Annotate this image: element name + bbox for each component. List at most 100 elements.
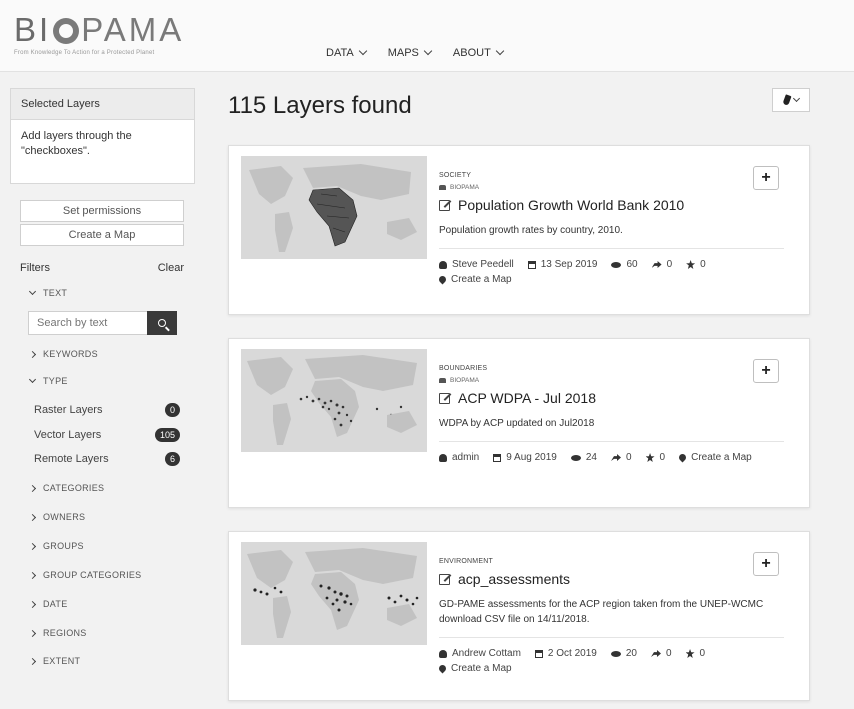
facet-type[interactable]: TYPE [28, 375, 68, 386]
create-map-link[interactable]: Create a Map [677, 452, 752, 463]
clear-filters-link[interactable]: Clear [158, 262, 184, 274]
edit-icon [439, 199, 450, 211]
chevron-right-icon [28, 513, 37, 521]
map-pin-icon [437, 663, 448, 674]
layer-description: WDPA by ACP updated on Jul2018 [439, 416, 784, 442]
facet-group-categories[interactable]: GROUP CATEGORIES [28, 570, 141, 580]
facet-regions[interactable]: REGIONS [28, 628, 87, 638]
view-count: 60 [611, 259, 638, 270]
layer-details: ENVIRONMENT acp_assessments GD-PAME asse… [437, 546, 799, 674]
share-count: 0 [650, 648, 672, 659]
search-button[interactable] [147, 311, 177, 335]
view-count: 20 [610, 648, 637, 659]
count-badge: 6 [164, 452, 180, 466]
layer-group[interactable]: BIOPAMA [439, 184, 799, 191]
facet-categories[interactable]: CATEGORIES [28, 483, 104, 493]
chevron-down-icon [792, 94, 800, 102]
filters-label: Filters [20, 262, 50, 274]
layer-category[interactable]: SOCIETY [439, 172, 799, 179]
create-map-button[interactable]: Create a Map [20, 224, 184, 246]
nav-data[interactable]: DATA [326, 46, 367, 59]
layer-description: Population growth rates by country, 2010… [439, 223, 784, 249]
map-pin-icon [437, 274, 448, 285]
add-layer-button[interactable]: + [753, 166, 779, 190]
selected-layers-hint: Add layers through the "checkboxes". [21, 130, 132, 157]
edit-icon [439, 392, 450, 404]
chevron-right-icon [28, 350, 37, 358]
chevron-down-icon [28, 375, 37, 384]
layer-category[interactable]: BOUNDARIES [439, 365, 799, 372]
layer-title[interactable]: ACP WDPA - Jul 2018 [439, 390, 799, 406]
share-icon [610, 454, 621, 461]
top-bar: BI PAMA From Knowledge To Action for a Pr… [0, 0, 854, 72]
map-pin-icon [677, 452, 688, 463]
chevron-down-icon [423, 46, 433, 56]
search-input[interactable] [28, 311, 148, 335]
facet-owners[interactable]: OWNERS [28, 512, 85, 522]
selected-layers-panel: Selected Layers Add layers through the "… [10, 88, 195, 184]
share-count: 0 [651, 259, 672, 270]
type-vector-layers[interactable]: Vector Layers 105 [34, 428, 180, 442]
facet-groups[interactable]: GROUPS [28, 541, 84, 551]
layer-date: 2 Oct 2019 [534, 648, 597, 659]
count-badge: 0 [164, 403, 180, 417]
create-map-link[interactable]: Create a Map [437, 274, 512, 285]
nav-maps[interactable]: MAPS [388, 46, 433, 59]
calendar-icon [527, 260, 536, 269]
owner-link[interactable]: Steve Peedell [439, 259, 514, 270]
filters-header: Filters Clear [20, 262, 184, 274]
user-icon [439, 649, 447, 658]
edit-icon [439, 573, 450, 585]
set-permissions-button[interactable]: Set permissions [20, 200, 184, 222]
results-count-title: 115 Layers found [228, 92, 412, 119]
layer-title[interactable]: acp_assessments [439, 571, 799, 587]
layer-thumbnail[interactable] [241, 349, 427, 452]
facet-extent[interactable]: EXTENT [28, 656, 80, 666]
brush-icon [781, 94, 792, 106]
facet-date[interactable]: DATE [28, 599, 68, 609]
type-raster-layers[interactable]: Raster Layers 0 [34, 403, 180, 417]
layer-meta: admin 9 Aug 2019 24 0 0 Create a Map [439, 452, 759, 463]
nav-about[interactable]: ABOUT [453, 46, 505, 59]
add-layer-button[interactable]: + [753, 359, 779, 383]
layer-card: SOCIETY BIOPAMA Population Growth World … [228, 145, 810, 315]
main-nav: DATA MAPS ABOUT [326, 46, 505, 59]
owner-link[interactable]: Andrew Cottam [439, 648, 521, 659]
calendar-icon [493, 453, 502, 462]
facet-keywords[interactable]: KEYWORDS [28, 349, 98, 359]
chevron-down-icon [358, 46, 367, 56]
sort-dropdown[interactable] [772, 88, 810, 112]
search-icon [158, 319, 166, 327]
share-icon [650, 650, 661, 657]
layer-meta: Steve Peedell 13 Sep 2019 60 0 0 Create … [437, 259, 759, 285]
layer-details: SOCIETY BIOPAMA Population Growth World … [437, 160, 799, 285]
layer-title[interactable]: Population Growth World Bank 2010 [439, 197, 799, 213]
chevron-right-icon [28, 571, 37, 579]
selected-layers-title: Selected Layers [11, 89, 194, 120]
layer-description: GD-PAME assessments for the ACP region t… [439, 597, 784, 638]
layer-details: BOUNDARIES BIOPAMA ACP WDPA - Jul 2018 W… [439, 353, 799, 463]
layer-category[interactable]: ENVIRONMENT [439, 558, 799, 565]
view-count: 24 [570, 452, 597, 463]
chevron-right-icon [28, 600, 37, 608]
layer-thumbnail[interactable] [241, 542, 427, 645]
group-icon [439, 185, 446, 190]
layer-group[interactable]: BIOPAMA [439, 377, 799, 384]
chevron-down-icon [28, 287, 37, 296]
layer-date: 9 Aug 2019 [493, 452, 557, 463]
facet-text[interactable]: TEXT [28, 287, 67, 298]
add-layer-button[interactable]: + [753, 552, 779, 576]
biopama-logo[interactable]: BI PAMA From Knowledge To Action for a Pr… [14, 12, 184, 57]
layer-thumbnail[interactable] [241, 156, 427, 259]
create-map-link[interactable]: Create a Map [437, 663, 512, 674]
chevron-right-icon [28, 629, 37, 637]
chevron-right-icon [28, 657, 37, 665]
layer-card: BOUNDARIES BIOPAMA ACP WDPA - Jul 2018 W… [228, 338, 810, 508]
type-remote-layers[interactable]: Remote Layers 6 [34, 452, 180, 466]
globe-icon [53, 18, 80, 44]
chevron-down-icon [495, 46, 505, 56]
owner-link[interactable]: admin [439, 452, 479, 463]
eye-icon [570, 454, 581, 461]
rating: 0 [685, 648, 705, 659]
chevron-right-icon [28, 484, 37, 492]
